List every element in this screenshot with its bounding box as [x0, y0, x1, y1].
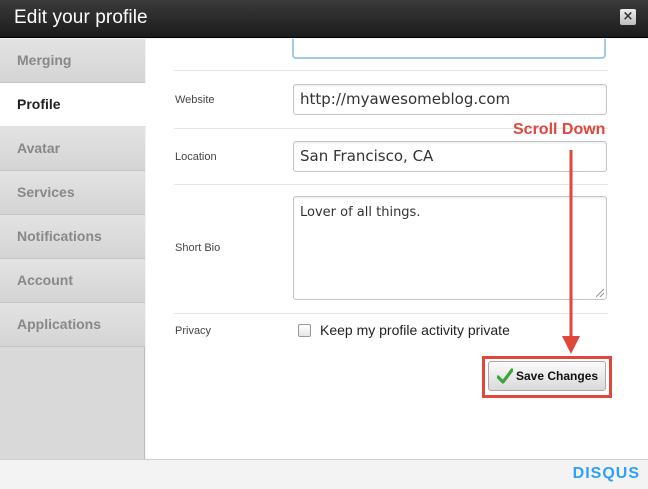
- checkmark-icon: [497, 368, 513, 384]
- sidebar-item-account[interactable]: Account: [0, 259, 145, 303]
- close-button[interactable]: ×: [620, 9, 636, 25]
- dialog-title: Edit your profile: [14, 7, 148, 28]
- privacy-checkbox[interactable]: [298, 324, 311, 337]
- divider: [174, 184, 608, 185]
- privacy-checkbox-label[interactable]: Keep my profile activity private: [320, 322, 510, 338]
- partial-field-above[interactable]: [292, 39, 606, 59]
- scroll-down-annotation: Scroll Down: [513, 121, 606, 138]
- sidebar-item-notifications[interactable]: Notifications: [0, 215, 145, 259]
- short-bio-label: Short Bio: [175, 242, 221, 254]
- save-changes-label: Save Changes: [516, 369, 599, 383]
- privacy-label: Privacy: [175, 325, 212, 337]
- sidebar-item-merging[interactable]: Merging: [0, 39, 145, 83]
- disqus-logo: DISQUS: [572, 465, 640, 482]
- website-field[interactable]: http://myawesomeblog.com: [293, 84, 607, 115]
- title-bar: Edit your profile ×: [0, 0, 648, 38]
- footer: DISQUS: [0, 459, 648, 489]
- resize-grip-icon[interactable]: [596, 289, 604, 297]
- website-label: Website: [175, 94, 215, 106]
- divider: [174, 313, 608, 314]
- divider: [174, 70, 608, 71]
- sidebar-item-applications[interactable]: Applications: [0, 303, 145, 347]
- location-label: Location: [175, 151, 217, 163]
- sidebar-item-avatar[interactable]: Avatar: [0, 127, 145, 171]
- save-changes-button[interactable]: Save Changes: [488, 361, 606, 391]
- short-bio-text: Lover of all things.: [300, 205, 421, 220]
- sidebar-item-profile[interactable]: Profile: [0, 83, 146, 127]
- sidebar-item-services[interactable]: Services: [0, 171, 145, 215]
- down-arrow-icon: [562, 150, 580, 354]
- sidebar: Merging Profile Avatar Services Notifica…: [0, 39, 146, 459]
